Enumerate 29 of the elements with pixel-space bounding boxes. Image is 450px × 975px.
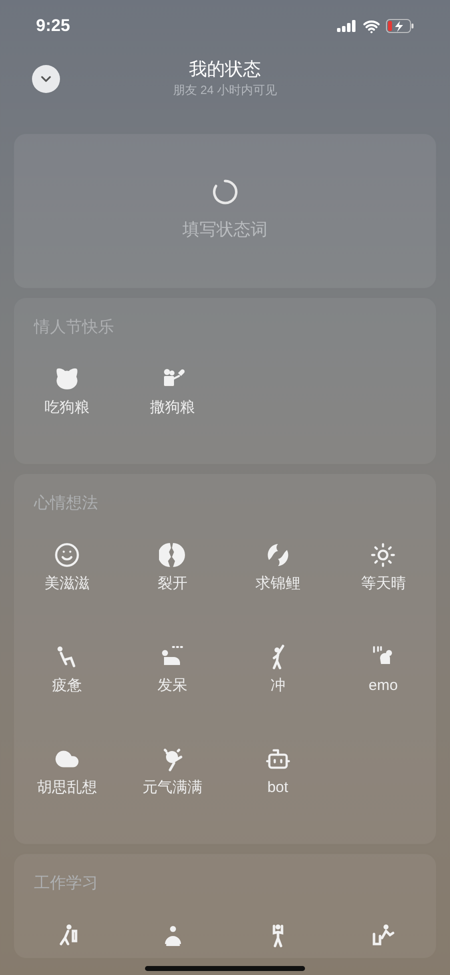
page-title: 我的状态	[189, 58, 261, 81]
signal-icon	[337, 20, 357, 32]
status-option-label[interactable]: 发呆	[157, 675, 188, 698]
status-option-label[interactable]: 疲惫	[52, 675, 82, 698]
status-option-label[interactable]: bot	[267, 777, 288, 800]
cat-face-icon	[54, 366, 80, 392]
status-placeholder: 填写状态词	[182, 219, 268, 242]
seated-person-icon	[370, 922, 396, 948]
page-subtitle: 朋友 24 小时内可见	[172, 82, 277, 98]
status-option-label[interactable]: 求锦鲤	[255, 573, 300, 596]
status-option-label[interactable]: emo	[368, 675, 398, 698]
status-option-label[interactable]: 裂开	[157, 573, 188, 596]
status-option-label[interactable]: 吃狗粮	[44, 397, 90, 420]
smiley-icon	[54, 542, 80, 568]
status-option-label[interactable]: 撒狗粮	[150, 397, 195, 420]
status-time: 9:25	[36, 15, 70, 38]
status-input-card[interactable]: 填写状态词	[14, 134, 436, 288]
status-option-label[interactable]: 美滋滋	[44, 573, 90, 596]
status-option-label[interactable]: 元气满满	[142, 777, 202, 800]
battery-icon	[386, 19, 414, 33]
sun-icon	[370, 542, 396, 568]
loading-spinner-icon	[212, 179, 238, 206]
status-option-label[interactable]: 胡思乱想	[36, 777, 97, 800]
wifi-icon	[363, 18, 380, 34]
collapse-button[interactable]	[32, 65, 60, 93]
split-face-icon	[159, 542, 186, 568]
status-option-label[interactable]: 冲	[270, 675, 286, 698]
status-option-label[interactable]: 等天晴	[360, 573, 406, 596]
category-title: 工作学习	[34, 874, 98, 894]
